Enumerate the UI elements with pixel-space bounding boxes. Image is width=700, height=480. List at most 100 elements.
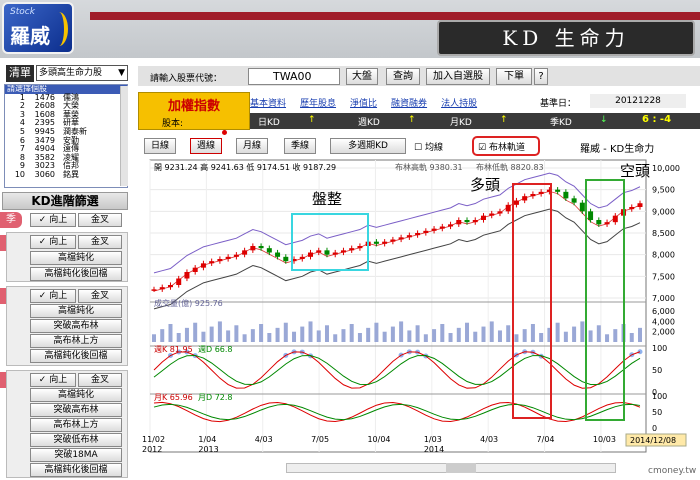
tab-weekly[interactable]: 週線	[190, 138, 222, 154]
x-tick: 10/04	[367, 435, 390, 444]
bollinger-checkbox[interactable]: ☑ 布林軌道	[472, 136, 540, 156]
stock-code-input[interactable]: TWA00	[248, 68, 340, 85]
volume-bar	[580, 321, 585, 342]
month-high-blunt-button[interactable]: 高檔鈍化	[30, 251, 122, 265]
volume-bar	[184, 327, 189, 342]
volume-bar	[349, 324, 354, 342]
query-button[interactable]: 查詢	[386, 68, 420, 85]
add-watchlist-button[interactable]: 加入自選股	[426, 68, 490, 85]
volume-bar	[308, 321, 313, 342]
volume-label: 成交量(億) 925.76	[154, 298, 223, 308]
day-high-blunt-button[interactable]: 高檔鈍化	[30, 388, 122, 402]
candle	[464, 220, 470, 223]
link-institutional[interactable]: 法人持股	[441, 96, 477, 112]
day-above-high-boll-button[interactable]: 高布林上方	[30, 418, 122, 432]
volume-bar	[596, 325, 601, 342]
monthly-kd-label: 月KD	[450, 118, 472, 128]
season-cross-button[interactable]: 金叉	[78, 213, 122, 227]
chevron-down-icon: ▼	[118, 68, 125, 78]
weekly-k-label: 週K 81.95	[154, 345, 193, 354]
volume-tick: 2,000	[652, 328, 675, 337]
volume-bar	[563, 331, 568, 342]
volume-bar	[448, 333, 453, 342]
month-cross-button[interactable]: 金叉	[78, 235, 122, 249]
volume-bar	[465, 322, 470, 342]
list-item[interactable]: 10 3060 銘異	[5, 170, 127, 180]
kd-chart[interactable]: 10,000 9,500 9,000 8,500 8,000 7,500 7,000 11/0…	[140, 156, 700, 476]
day-high-blunt-pullback-button[interactable]: 高檔鈍化後回檔	[30, 463, 122, 477]
annotation-bear: 空頭	[620, 162, 650, 180]
week-high-blunt-pullback-button[interactable]: 高檔鈍化後回檔	[30, 349, 122, 363]
day-break-high-boll-button[interactable]: 突破高布林	[30, 403, 122, 417]
month-up-checkbox[interactable]: ✓ 向上	[30, 235, 76, 249]
order-button[interactable]: 下單	[496, 68, 532, 85]
candle	[456, 220, 462, 225]
stock-list[interactable]: 請選擇個股 1 1476 儒鴻 2 2608 大榮 3 1608 華榮 4 2395 研華 5 9945 潤…	[4, 84, 128, 188]
week-high-blunt-button[interactable]: 高檔鈍化	[30, 304, 122, 318]
candle	[176, 278, 182, 285]
link-pb-ratio[interactable]: 淨值比	[350, 96, 377, 112]
stock-code-prompt: 請輸入股票代號：	[150, 74, 223, 84]
volume-bar	[341, 329, 346, 342]
candle	[242, 250, 248, 255]
price-tick: 9,500	[652, 186, 675, 195]
volume-bar	[530, 324, 535, 342]
chart-scroll-thumb[interactable]	[446, 463, 476, 473]
day-cross-button[interactable]: 金叉	[78, 373, 122, 387]
volume-bar	[432, 329, 437, 342]
weekly-d-label: 週D 66.8	[198, 345, 233, 354]
x-tick: 7/04	[537, 435, 555, 444]
tab-quarterly[interactable]: 季線	[284, 138, 316, 154]
day-break-18ma-button[interactable]: 突破18MA	[30, 448, 122, 462]
candle	[423, 230, 429, 233]
day-up-checkbox[interactable]: ✓ 向上	[30, 373, 76, 387]
quarterly-kd-arrow-icon: ↓	[600, 115, 608, 125]
price-tick: 8,500	[652, 229, 675, 238]
day-break-low-boll-button[interactable]: 突破低布林	[30, 433, 122, 447]
week-break-high-boll-button[interactable]: 突破高布林	[30, 319, 122, 333]
volume-bar	[456, 327, 461, 342]
volume-bar	[514, 334, 519, 342]
candle	[209, 261, 215, 264]
volume-bar	[259, 324, 264, 342]
candle	[415, 233, 421, 236]
volume-bar	[357, 333, 362, 342]
active-tab-dot-icon	[222, 130, 227, 135]
volume-bar	[267, 333, 272, 342]
candle	[225, 256, 231, 259]
link-basic-info[interactable]: 基本資料	[250, 96, 286, 112]
candle	[406, 235, 412, 238]
tab-multi-period-kd[interactable]: 多週期KD	[330, 138, 406, 154]
volume-bar	[152, 334, 156, 342]
tab-monthly[interactable]: 月線	[236, 138, 268, 154]
volume-bar	[160, 329, 165, 342]
tab-daily[interactable]: 日線	[144, 138, 176, 154]
last-date: 2014/12/08	[630, 436, 676, 445]
stock-list-scrollbar[interactable]	[120, 86, 128, 186]
season-up-checkbox[interactable]: ✓ 向上	[30, 213, 76, 227]
volume-bar	[217, 321, 222, 342]
market-button[interactable]: 大盤	[346, 68, 378, 85]
list-select[interactable]: 多頭高生命力股 ▼	[36, 65, 128, 81]
volume-bar	[638, 327, 642, 342]
capital-label: 股本:	[162, 119, 184, 129]
x-tick: 1/04	[198, 435, 216, 444]
ma-checkbox[interactable]: ☐ 均線	[414, 140, 443, 153]
quarterly-kd-label: 季KD	[550, 118, 572, 128]
annotation-bull: 多頭	[470, 176, 500, 194]
week-above-high-boll-button[interactable]: 高布林上方	[30, 334, 122, 348]
link-margin[interactable]: 融資融券	[391, 96, 427, 112]
week-up-checkbox[interactable]: ✓ 向上	[30, 289, 76, 303]
help-button[interactable]: ?	[534, 68, 548, 85]
price-tick: 7,500	[652, 272, 675, 281]
candle	[439, 226, 445, 229]
volume-bar	[415, 325, 420, 342]
volume-bar	[283, 322, 288, 342]
app-logo[interactable]: Stock 羅威	[2, 2, 74, 54]
candle	[299, 256, 305, 259]
x-tick: 10/03	[593, 435, 616, 444]
month-high-blunt-pullback-button[interactable]: 高檔鈍化後回檔	[30, 267, 122, 281]
week-cross-button[interactable]: 金叉	[78, 289, 122, 303]
link-dividends[interactable]: 歷年股息	[300, 96, 336, 112]
volume-bar	[572, 326, 577, 342]
